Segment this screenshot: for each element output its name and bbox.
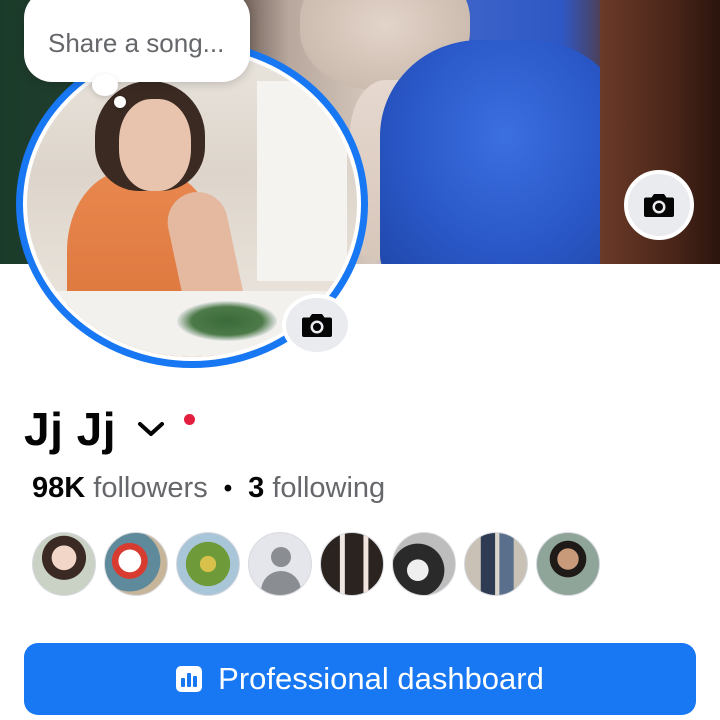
profile-menu-button[interactable] [136,419,166,439]
bar-chart-icon [176,666,203,692]
friends-avatar-row [32,532,608,596]
profile-photo-fridge [257,81,347,281]
profile-photo-face [119,99,191,191]
followers-link[interactable]: 98K followers [32,472,208,505]
share-song-prompt: Share a song... [48,27,225,58]
friend-avatar[interactable] [248,532,312,596]
following-count: 3 [248,472,265,504]
following-link[interactable]: 3 following [248,472,385,505]
profile-name: Jj Jj [24,403,117,455]
camera-icon [302,314,332,337]
follow-stats: 98K followers • 3 following [32,472,385,505]
followers-count: 98K [32,472,86,504]
professional-dashboard-label: Professional dashboard [218,661,544,696]
person-icon-head [271,547,291,567]
friend-avatar[interactable] [392,532,456,596]
friend-avatar[interactable] [176,532,240,596]
status-dot [184,413,196,425]
cover-camera-button[interactable] [624,170,694,240]
bubble-tail-large [92,74,118,96]
chevron-down-icon [138,422,165,436]
friend-avatar[interactable] [320,532,384,596]
stats-separator: • [223,474,233,502]
following-label: following [272,472,386,504]
share-song-bubble[interactable]: Share a song... [24,0,250,82]
camera-icon [644,194,674,217]
profile-name-row: Jj Jj [24,402,196,456]
person-icon-body [261,571,301,595]
bubble-tail-small [114,96,126,108]
friend-avatar[interactable] [104,532,168,596]
profile-photo-bowl [177,301,277,341]
friend-avatar[interactable] [464,532,528,596]
profile-camera-button[interactable] [282,294,352,356]
followers-label: followers [93,472,208,504]
cover-photo-shirt [380,40,630,264]
professional-dashboard-button[interactable]: Professional dashboard [24,643,696,715]
friend-avatar[interactable] [32,532,96,596]
friend-avatar[interactable] [536,532,600,596]
